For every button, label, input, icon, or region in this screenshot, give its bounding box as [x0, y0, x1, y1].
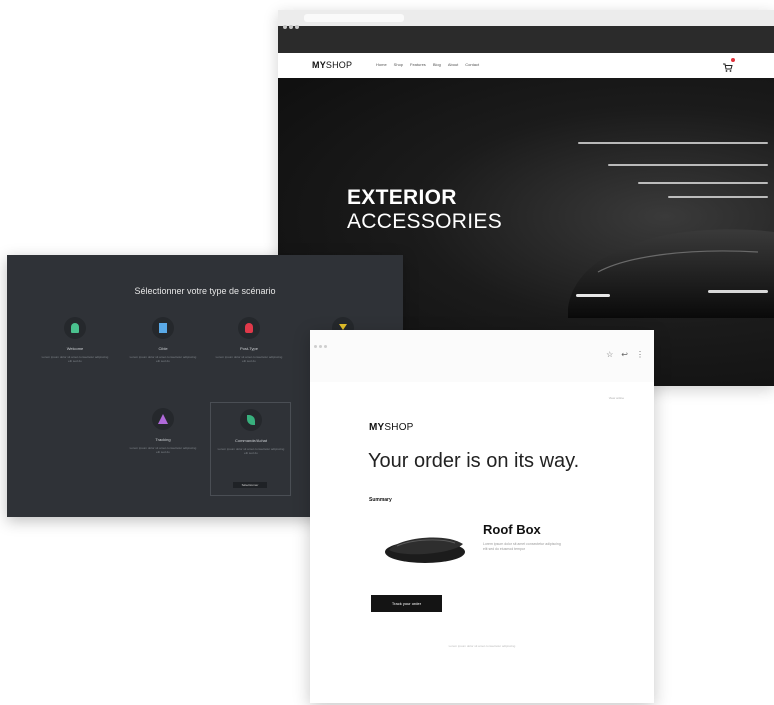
- roof-box-image: [385, 537, 465, 563]
- star-icon[interactable]: ☆: [606, 350, 613, 359]
- scenario-desc: Lorem ipsum dolor sit amet consectetur a…: [129, 446, 197, 454]
- email-footer: Lorem ipsum dolor sit amet consectetur a…: [448, 644, 516, 648]
- more-icon[interactable]: ⋮: [636, 350, 644, 359]
- flame-icon: [238, 317, 260, 339]
- scenario-desc: Lorem ipsum dolor sit amet consectetur a…: [41, 355, 109, 363]
- cone-icon: [152, 408, 174, 430]
- track-order-button[interactable]: Track your order: [371, 595, 442, 612]
- email-chrome: ☆ ↩ ⋮: [310, 330, 654, 382]
- scenario-option-post-type[interactable]: Post-Type Lorem ipsum dolor sit amet con…: [209, 317, 289, 363]
- cart-icon[interactable]: [723, 58, 735, 72]
- scenario-desc: Lorem ipsum dolor sit amet consectetur a…: [129, 355, 197, 363]
- scenario-label: Commande/Achat: [234, 438, 267, 443]
- select-scenario-button[interactable]: Sélectionner: [233, 482, 267, 488]
- scenario-label: Post-Type: [239, 346, 258, 351]
- nav-item-contact[interactable]: Contact: [465, 62, 479, 67]
- address-bar[interactable]: [304, 14, 404, 22]
- email-window: ☆ ↩ ⋮ View online MYSHOP Your order is o…: [310, 330, 654, 703]
- email-logo: MYSHOP: [369, 422, 414, 433]
- scenario-label: Welcome: [66, 346, 84, 351]
- nav-item-features[interactable]: Features: [410, 62, 426, 67]
- scenario-option-cible[interactable]: Cible Lorem ipsum dolor sit amet consect…: [123, 317, 203, 363]
- building-icon: [152, 317, 174, 339]
- scenario-label: Tracking: [155, 437, 171, 442]
- scenario-desc: Lorem ipsum dolor sit amet consectetur a…: [217, 447, 285, 455]
- scenario-option-commande: Commande/Achat Lorem ipsum dolor sit ame…: [211, 409, 291, 455]
- nav-item-home[interactable]: Home: [376, 62, 387, 67]
- car-image: [568, 229, 774, 318]
- nav-item-blog[interactable]: Blog: [433, 62, 441, 67]
- reply-icon[interactable]: ↩: [621, 350, 628, 359]
- browser-chrome: [278, 10, 774, 29]
- product-description: Lorem ipsum dolor sit amet consectetur a…: [483, 542, 561, 551]
- leaf-icon: [240, 409, 262, 431]
- scenario-desc: Lorem ipsum dolor sit amet consectetur a…: [215, 355, 283, 363]
- site-logo[interactable]: MYSHOP: [312, 60, 352, 70]
- hero-title-line2: ACCESSORIES: [347, 210, 503, 233]
- person-icon: [64, 317, 86, 339]
- top-bar: [278, 26, 774, 53]
- scenario-label: Cible: [158, 346, 168, 351]
- nav-item-shop[interactable]: Shop: [394, 62, 403, 67]
- site-header: MYSHOP Home Shop Features Blog About Con…: [278, 53, 774, 79]
- scenario-heading: Sélectionner votre type de scénario: [134, 286, 276, 296]
- email-body: View online MYSHOP Your order is on its …: [326, 382, 638, 692]
- window-controls[interactable]: [283, 16, 301, 34]
- summary-label: Summary: [369, 497, 392, 503]
- main-nav: Home Shop Features Blog About Contact: [376, 62, 479, 67]
- scenario-option-tracking[interactable]: Tracking Lorem ipsum dolor sit amet cons…: [123, 408, 203, 454]
- window-controls[interactable]: [314, 335, 329, 353]
- product-name: Roof Box: [483, 522, 541, 537]
- view-online-link[interactable]: View online: [609, 396, 624, 400]
- email-headline: Your order is on its way.: [368, 450, 580, 472]
- email-toolbar: ☆ ↩ ⋮: [606, 350, 644, 359]
- nav-item-about[interactable]: About: [448, 62, 458, 67]
- cart-badge: [731, 58, 735, 62]
- scenario-option-welcome[interactable]: Welcome Lorem ipsum dolor sit amet conse…: [35, 317, 115, 363]
- scenario-option-commande-selected[interactable]: Commande/Achat Lorem ipsum dolor sit ame…: [210, 402, 291, 496]
- hero-title-line1: EXTERIOR: [347, 186, 457, 209]
